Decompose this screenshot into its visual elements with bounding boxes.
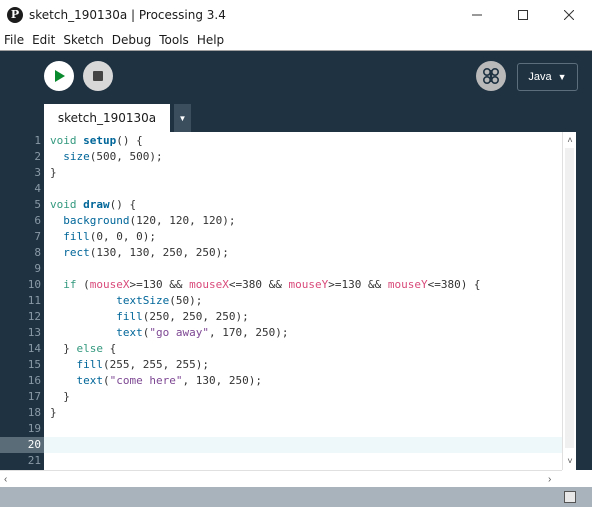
code-line[interactable]: 21 — [0, 453, 592, 469]
line-number: 5 — [34, 198, 41, 211]
title-bar: P sketch_190130a | Processing 3.4 — [0, 0, 592, 30]
code-line[interactable]: 10 if (mouseX>=130 && mouseX<=380 && mou… — [0, 277, 592, 293]
line-number: 17 — [27, 390, 41, 403]
code-line[interactable]: 12 fill(250, 250, 250); — [0, 309, 592, 325]
code-text[interactable]: rect(130, 130, 250, 250); — [50, 245, 229, 261]
code-text[interactable]: } — [50, 405, 57, 421]
maximize-button[interactable] — [500, 0, 546, 30]
code-line[interactable]: 15 fill(255, 255, 255); — [0, 357, 592, 373]
line-number: 4 — [34, 182, 41, 195]
scroll-right-icon[interactable]: › — [548, 474, 551, 485]
stop-button[interactable] — [83, 61, 113, 91]
menu-sketch[interactable]: Sketch — [59, 33, 107, 47]
mode-label: Java — [528, 71, 552, 83]
code-line[interactable]: 13 text("go away", 170, 250); — [0, 325, 592, 341]
line-number: 2 — [34, 150, 41, 163]
scroll-up-icon[interactable]: ˄ — [565, 135, 575, 145]
code-line[interactable]: 18} — [0, 405, 592, 421]
line-number: 16 — [27, 374, 41, 387]
line-number: 13 — [27, 326, 41, 339]
code-line[interactable]: 6 background(120, 120, 120); — [0, 213, 592, 229]
code-line[interactable]: 8 rect(130, 130, 250, 250); — [0, 245, 592, 261]
horizontal-scrollbar[interactable]: ‹ › — [0, 470, 562, 487]
tab-sketch[interactable]: sketch_190130a — [44, 104, 170, 132]
line-number: 20 — [27, 438, 41, 451]
code-line[interactable]: 19 — [0, 421, 592, 437]
code-text[interactable]: if (mouseX>=130 && mouseX<=380 && mouseY… — [50, 277, 480, 293]
menu-tools[interactable]: Tools — [155, 33, 193, 47]
code-line[interactable]: 7 fill(0, 0, 0); — [0, 229, 592, 245]
line-number: 14 — [27, 342, 41, 355]
code-line[interactable]: 11 textSize(50); — [0, 293, 592, 309]
scroll-left-icon[interactable]: ‹ — [4, 474, 7, 485]
menu-edit[interactable]: Edit — [28, 33, 59, 47]
code-text[interactable]: textSize(50); — [50, 293, 202, 309]
code-text[interactable]: fill(255, 255, 255); — [50, 357, 209, 373]
debug-butterfly-icon — [482, 67, 500, 85]
code-line[interactable]: 17 } — [0, 389, 592, 405]
play-icon — [55, 70, 65, 82]
menu-bar: File Edit Sketch Debug Tools Help — [0, 30, 592, 51]
code-text[interactable]: fill(0, 0, 0); — [50, 229, 156, 245]
vertical-scrollbar[interactable]: ˄ ˅ — [562, 132, 576, 470]
menu-help[interactable]: Help — [193, 33, 228, 47]
line-number: 8 — [34, 246, 41, 259]
minimize-button[interactable] — [454, 0, 500, 30]
line-number: 15 — [27, 358, 41, 371]
tab-strip: sketch_190130a ▼ — [0, 104, 592, 132]
tab-menu-button[interactable]: ▼ — [174, 104, 191, 132]
console-toggle-icon[interactable] — [564, 491, 576, 503]
toolbar: Java ▼ — [0, 51, 592, 104]
code-text[interactable]: text("go away", 170, 250); — [50, 325, 288, 341]
code-text[interactable]: } — [50, 165, 57, 181]
code-text[interactable]: void setup() { — [50, 133, 143, 149]
code-line[interactable]: 1 void setup() { — [0, 133, 592, 149]
close-icon — [564, 10, 574, 20]
code-line[interactable]: 9 — [0, 261, 592, 277]
line-number: 18 — [27, 406, 41, 419]
line-number: 6 — [34, 214, 41, 227]
code-text[interactable]: background(120, 120, 120); — [50, 213, 235, 229]
menu-file[interactable]: File — [0, 33, 28, 47]
code-text[interactable]: } else { — [50, 341, 116, 357]
processing-logo-icon: P — [7, 7, 23, 23]
vertical-scroll-thumb[interactable] — [565, 148, 574, 448]
code-line[interactable]: 4 — [0, 181, 592, 197]
window-title: sketch_190130a | Processing 3.4 — [29, 8, 226, 22]
line-number: 10 — [27, 278, 41, 291]
code-line[interactable]: 20 — [0, 437, 592, 453]
code-line[interactable]: 5 void draw() { — [0, 197, 592, 213]
menu-debug[interactable]: Debug — [108, 33, 155, 47]
line-number: 9 — [34, 262, 41, 275]
code-line[interactable]: 16 text("come here", 130, 250); — [0, 373, 592, 389]
line-number: 7 — [34, 230, 41, 243]
line-number: 21 — [27, 454, 41, 467]
window-controls — [454, 0, 592, 30]
code-text[interactable]: text("come here", 130, 250); — [50, 373, 262, 389]
code-line[interactable]: 3} — [0, 165, 592, 181]
line-number: 12 — [27, 310, 41, 323]
status-bar — [0, 487, 592, 507]
code-text[interactable]: fill(250, 250, 250); — [50, 309, 248, 325]
code-text[interactable]: } — [50, 389, 70, 405]
code-editor: 1 void setup() {2 size(500, 500); 3} 4 5 void… — [0, 132, 592, 470]
code-line[interactable]: 2 size(500, 500); — [0, 149, 592, 165]
debugger-button[interactable] — [476, 61, 506, 91]
code-line[interactable]: 14 } else { — [0, 341, 592, 357]
line-number: 11 — [27, 294, 41, 307]
line-number: 19 — [27, 422, 41, 435]
maximize-icon — [518, 10, 528, 20]
line-number: 1 — [34, 134, 41, 147]
scroll-down-icon[interactable]: ˅ — [565, 456, 575, 466]
chevron-down-icon: ▼ — [557, 72, 567, 82]
code-text[interactable]: size(500, 500); — [50, 149, 162, 165]
stop-icon — [93, 71, 103, 81]
code-text[interactable]: void draw() { — [50, 197, 136, 213]
run-button[interactable] — [44, 61, 74, 91]
minimize-icon — [472, 14, 482, 16]
mode-selector[interactable]: Java ▼ — [517, 63, 578, 91]
line-number: 3 — [34, 166, 41, 179]
close-button[interactable] — [546, 0, 592, 30]
